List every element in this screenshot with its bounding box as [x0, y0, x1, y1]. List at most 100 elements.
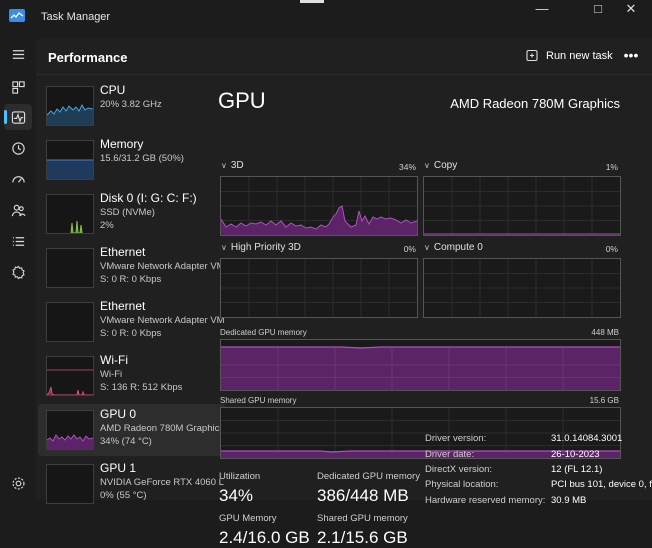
wifi-thumbnail: [46, 356, 94, 396]
nav-app-history[interactable]: [4, 135, 32, 161]
run-task-icon: [526, 49, 538, 62]
nav-users[interactable]: [4, 197, 32, 223]
navigation-rail: [0, 34, 36, 500]
header-divider: [36, 74, 652, 75]
engine-value: 1%: [605, 162, 618, 172]
shared-memory-max: 15.6 GB: [589, 396, 619, 405]
nav-services[interactable]: [4, 259, 32, 285]
engine-selector-3d[interactable]: ∨ 3D: [221, 160, 244, 171]
disk-thumbnail: [46, 194, 94, 234]
dedicated-memory-max: 448 MB: [591, 328, 619, 337]
title-bar: Task Manager — □ ✕: [0, 0, 652, 34]
minimize-button[interactable]: —: [527, 2, 557, 16]
driver-date-label: Driver date:: [425, 449, 475, 460]
maximize-button[interactable]: □: [583, 2, 613, 16]
device-item-memory[interactable]: Memory 15.6/31.2 GB (50%): [38, 134, 226, 186]
device-usage: 2%: [100, 220, 114, 231]
ethernet-thumbnail: [46, 302, 94, 342]
settings-icon: [11, 476, 25, 490]
device-throughput: S: 0 R: 0 Kbps: [100, 328, 162, 339]
nav-startup-apps[interactable]: [4, 166, 32, 192]
device-name: Wi-Fi: [100, 353, 128, 367]
startup-apps-icon: [11, 175, 25, 183]
engine-selector-high-priority-3d[interactable]: ∨ High Priority 3D: [221, 242, 301, 253]
dedicated-memory-value: 386/448 MB: [317, 486, 409, 505]
nav-processes[interactable]: [4, 74, 32, 100]
device-throughput: S: 0 R: 0 Kbps: [100, 274, 162, 285]
gpu-title: GPU: [218, 88, 266, 113]
shared-memory-graph-label: Shared GPU memory: [220, 396, 297, 405]
engine-label: 3D: [230, 160, 244, 171]
dedicated-memory-graph-label: Dedicated GPU memory: [220, 328, 307, 337]
device-detail: 20% 3.82 GHz: [100, 99, 162, 110]
engine-value: 34%: [398, 162, 416, 172]
engine-selector-copy[interactable]: ∨ Copy: [424, 160, 457, 171]
device-detail: NVIDIA GeForce RTX 4060 Laptop GPU: [100, 477, 224, 488]
engine-label: Compute 0: [433, 242, 483, 253]
hamburger-menu-button[interactable]: [4, 41, 32, 67]
engine-graph-copy: [423, 176, 621, 236]
device-detail: VMware Network Adapter VMnet1: [100, 261, 224, 272]
shared-memory-label: Shared GPU memory: [317, 513, 408, 524]
chevron-down-icon: ∨: [221, 243, 227, 252]
gpu-memory-value: 2.4/16.0 GB: [219, 528, 310, 547]
device-usage: 0% (55 °C): [100, 490, 147, 501]
engine-graph-compute-0: [423, 258, 621, 318]
device-detail: 15.6/31.2 GB (50%): [100, 153, 184, 164]
nav-performance[interactable]: [4, 104, 32, 130]
hardware-reserved-memory-value: 30.9 MB: [551, 495, 587, 506]
directx-version-label: DirectX version:: [425, 464, 493, 475]
device-name: Ethernet: [100, 245, 146, 259]
gpu-memory-label: GPU Memory: [219, 513, 277, 524]
device-detail: SSD (NVMe): [100, 207, 155, 218]
device-detail: VMware Network Adapter VMnet8: [100, 315, 224, 326]
run-new-task-label: Run new task: [546, 50, 613, 62]
gpu-model: AMD Radeon 780M Graphics: [450, 96, 620, 111]
device-throughput: S: 136 R: 512 Kbps: [100, 382, 183, 393]
device-item-cpu[interactable]: CPU 20% 3.82 GHz: [38, 80, 226, 132]
device-item-disk[interactable]: Disk 0 (I: G: C: F:) SSD (NVMe) 2%: [38, 188, 226, 240]
gpu0-thumbnail: [46, 410, 94, 450]
engine-label: High Priority 3D: [230, 242, 301, 253]
engine-selector-compute-0[interactable]: ∨ Compute 0: [424, 242, 483, 253]
device-item-gpu1[interactable]: GPU 1 NVIDIA GeForce RTX 4060 Laptop GPU…: [38, 458, 226, 510]
device-usage: 34% (74 °C): [100, 436, 152, 447]
device-name: Disk 0 (I: G: C: F:): [100, 191, 197, 205]
device-detail: Wi-Fi: [100, 369, 123, 380]
engine-label: Copy: [433, 160, 458, 171]
close-button[interactable]: ✕: [616, 2, 646, 16]
device-item-ethernet-1[interactable]: Ethernet VMware Network Adapter VMnet1 S…: [38, 242, 226, 294]
chevron-down-icon: ∨: [424, 161, 430, 170]
physical-location-label: Physical location:: [425, 479, 499, 490]
physical-location-value: PCI bus 101, device 0, function 0: [551, 479, 652, 490]
engine-value: 0%: [605, 244, 618, 254]
memory-thumbnail: [46, 140, 94, 180]
utilization-label: Utilization: [219, 471, 261, 482]
users-icon: [11, 204, 26, 216]
device-item-gpu0[interactable]: GPU 0 AMD Radeon 780M Graphics 34% (74 °…: [38, 404, 226, 456]
device-name: CPU: [100, 83, 126, 97]
details-icon: [12, 236, 24, 246]
device-name: Ethernet: [100, 299, 146, 313]
utilization-value: 34%: [219, 486, 254, 505]
page-title: Performance: [48, 50, 128, 65]
services-icon: [11, 265, 25, 279]
chevron-down-icon: ∨: [221, 161, 227, 170]
processes-icon: [11, 80, 25, 94]
device-name: GPU 0: [100, 407, 137, 421]
device-name: GPU 1: [100, 461, 137, 475]
nav-settings[interactable]: [4, 470, 32, 496]
nav-details[interactable]: [4, 228, 32, 254]
chevron-down-icon: ∨: [424, 243, 430, 252]
device-item-wifi[interactable]: Wi-Fi Wi-Fi S: 136 R: 512 Kbps: [38, 350, 226, 402]
engine-graph-high-priority-3d: [220, 258, 418, 318]
more-options-button[interactable]: •••: [621, 46, 641, 66]
snap-handle[interactable]: [300, 0, 324, 3]
device-item-ethernet-2[interactable]: Ethernet VMware Network Adapter VMnet8 S…: [38, 296, 226, 348]
hardware-reserved-memory-label: Hardware reserved memory:: [425, 495, 546, 506]
engine-value: 0%: [403, 244, 416, 254]
engine-graph-3d: [220, 176, 418, 236]
driver-date-value: 26-10-2023: [551, 449, 600, 460]
app-history-icon: [11, 141, 25, 155]
run-new-task-button[interactable]: Run new task: [526, 46, 613, 66]
